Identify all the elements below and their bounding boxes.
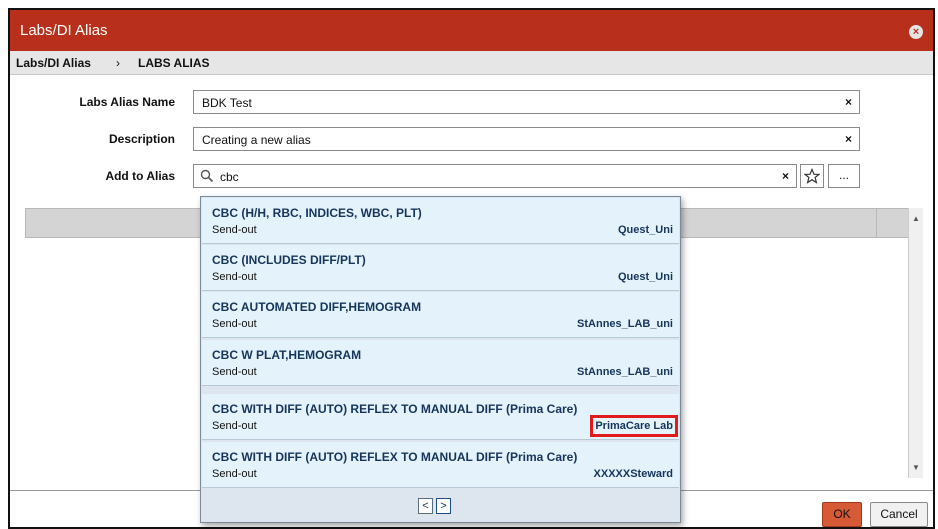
search-result-item[interactable]: CBC WITH DIFF (AUTO) REFLEX TO MANUAL DI… bbox=[202, 394, 679, 440]
description-value: Creating a new alias bbox=[202, 133, 311, 147]
next-page-icon[interactable]: > bbox=[436, 498, 451, 514]
add-to-alias-value: cbc bbox=[220, 170, 239, 184]
result-lab: StAnnes_LAB_uni bbox=[577, 366, 673, 378]
result-lab: StAnnes_LAB_uni bbox=[577, 318, 673, 330]
previous-page-icon[interactable]: < bbox=[418, 498, 433, 514]
result-type: Send-out bbox=[212, 366, 257, 378]
ok-button[interactable]: OK bbox=[822, 502, 862, 527]
add-to-alias-label: Add to Alias bbox=[105, 169, 175, 183]
close-icon[interactable]: × bbox=[909, 25, 923, 39]
result-type: Send-out bbox=[212, 468, 257, 480]
result-type: Send-out bbox=[212, 318, 257, 330]
more-options-button[interactable]: ... bbox=[828, 164, 860, 188]
labs-alias-dialog: Labs/DI Alias × Labs/DI Alias › LABS ALI… bbox=[8, 8, 935, 529]
clear-description-icon[interactable]: × bbox=[845, 132, 852, 146]
scroll-up-icon[interactable]: ▲ bbox=[912, 214, 920, 223]
result-name: CBC (H/H, RBC, INDICES, WBC, PLT) bbox=[212, 206, 422, 220]
result-type: Send-out bbox=[212, 420, 257, 432]
dialog-titlebar: Labs/DI Alias × bbox=[10, 10, 933, 51]
result-name: CBC WITH DIFF (AUTO) REFLEX TO MANUAL DI… bbox=[212, 450, 578, 464]
description-field[interactable]: Creating a new alias × bbox=[193, 127, 860, 151]
result-name: CBC W PLAT,HEMOGRAM bbox=[212, 348, 362, 362]
result-lab: Quest_Uni bbox=[617, 224, 673, 236]
alias-name-label: Labs Alias Name bbox=[79, 95, 175, 109]
result-type: Send-out bbox=[212, 224, 257, 236]
star-icon bbox=[803, 167, 821, 187]
search-results-dropdown: CBC (H/H, RBC, INDICES, WBC, PLT) Send-o… bbox=[200, 196, 681, 523]
alias-name-value: BDK Test bbox=[202, 96, 252, 110]
alias-name-field[interactable]: BDK Test × bbox=[193, 90, 860, 114]
dialog-title: Labs/DI Alias bbox=[20, 22, 108, 39]
favorite-button[interactable] bbox=[800, 164, 824, 188]
result-lab-highlighted: PrimaCare Lab bbox=[590, 415, 678, 437]
dropdown-pager: < > bbox=[202, 492, 679, 522]
result-type: Send-out bbox=[212, 271, 257, 283]
search-result-item[interactable]: CBC W PLAT,HEMOGRAM Send-out StAnnes_LAB… bbox=[202, 340, 679, 386]
search-icon bbox=[200, 169, 214, 186]
result-name: CBC AUTOMATED DIFF,HEMOGRAM bbox=[212, 300, 422, 314]
breadcrumb-current: LABS ALIAS bbox=[138, 56, 210, 70]
search-result-item[interactable]: CBC (H/H, RBC, INDICES, WBC, PLT) Send-o… bbox=[202, 198, 679, 244]
add-to-alias-search-input[interactable]: cbc × bbox=[193, 164, 797, 188]
clear-search-icon[interactable]: × bbox=[782, 169, 789, 183]
result-lab: Quest_Uni bbox=[617, 271, 673, 283]
clear-alias-name-icon[interactable]: × bbox=[845, 95, 852, 109]
search-result-item[interactable]: CBC AUTOMATED DIFF,HEMOGRAM Send-out StA… bbox=[202, 292, 679, 338]
breadcrumb-root[interactable]: Labs/DI Alias bbox=[16, 56, 91, 70]
result-name: CBC (INCLUDES DIFF/PLT) bbox=[212, 253, 366, 267]
search-result-item[interactable]: CBC WITH DIFF (AUTO) REFLEX TO MANUAL DI… bbox=[202, 442, 679, 488]
breadcrumb-separator-icon: › bbox=[116, 56, 120, 70]
cancel-button[interactable]: Cancel bbox=[870, 502, 928, 527]
grid-column-divider bbox=[876, 209, 877, 237]
result-name: CBC WITH DIFF (AUTO) REFLEX TO MANUAL DI… bbox=[212, 402, 578, 416]
grid-scrollbar[interactable]: ▲ ▼ bbox=[908, 208, 923, 478]
result-lab: XXXXXSteward bbox=[593, 468, 673, 480]
description-label: Description bbox=[108, 132, 175, 146]
search-result-item[interactable]: CBC (INCLUDES DIFF/PLT) Send-out Quest_U… bbox=[202, 245, 679, 291]
breadcrumb: Labs/DI Alias › LABS ALIAS bbox=[10, 51, 933, 75]
scroll-down-icon[interactable]: ▼ bbox=[912, 463, 920, 472]
